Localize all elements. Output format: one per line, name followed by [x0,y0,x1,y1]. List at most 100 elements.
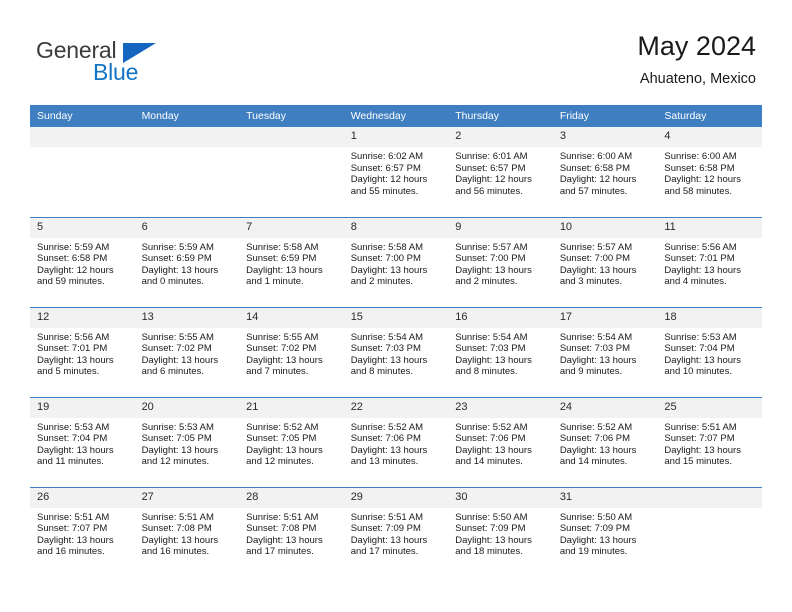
calendar-day-cell[interactable]: 14 Sunrise: 5:55 AM Sunset: 7:02 PM Dayligh… [239,306,344,397]
sunset-text: Sunset: 7:09 PM [350,523,421,535]
daylight-text-line2: and 0 minutes. [141,276,204,288]
daylight-text-line2: and 56 minutes. [455,185,523,197]
calendar-day-cell[interactable]: 21 Sunrise: 5:52 AM Sunset: 7:05 PM Dayligh… [239,396,344,487]
calendar-day-cell[interactable]: 2 Sunrise: 6:01 AM Sunset: 6:57 PM Daylight… [448,127,553,217]
calendar-day-cell[interactable]: 7 Sunrise: 5:58 AM Sunset: 6:59 PM Daylight… [239,216,344,307]
daylight-text-line1: Daylight: 12 hours [455,174,532,186]
calendar-day-cell-empty [134,127,240,217]
sunrise-text: Sunrise: 5:54 AM [455,331,528,343]
weekday-header-friday: Friday [552,105,658,127]
calendar-day-cell[interactable]: 11 Sunrise: 5:56 AM Sunset: 7:01 PM Dayligh… [657,216,762,307]
daylight-text-line2: and 4 minutes. [664,276,727,288]
page-header: General Blue May 2024 Ahuateno, Mexico [0,0,792,100]
calendar-day-cell[interactable]: 20 Sunrise: 5:53 AM Sunset: 7:05 PM Dayligh… [134,396,240,487]
calendar-day-cell[interactable]: 4 Sunrise: 6:00 AM Sunset: 6:58 PM Daylight… [657,127,762,217]
day-number: 25 [657,397,762,418]
calendar-day-cell[interactable]: 22 Sunrise: 5:52 AM Sunset: 7:06 PM Dayligh… [343,396,449,487]
day-details: Sunrise: 5:57 AM Sunset: 7:00 PM Daylight:… [448,238,553,288]
calendar-day-cell[interactable]: 25 Sunrise: 5:51 AM Sunset: 7:07 PM Dayligh… [657,396,762,487]
weekday-header-sunday: Sunday [30,105,135,127]
page-title: May 2024 [637,31,756,61]
day-number: 1 [343,127,449,147]
day-number: 8 [343,217,449,238]
calendar-day-cell[interactable]: 27 Sunrise: 5:51 AM Sunset: 7:08 PM Dayligh… [134,486,240,577]
calendar-day-cell[interactable]: 23 Sunrise: 5:52 AM Sunset: 7:06 PM Dayligh… [448,396,553,487]
day-details: Sunrise: 5:59 AM Sunset: 6:59 PM Daylight:… [135,238,240,288]
calendar-day-cell[interactable]: 16 Sunrise: 5:54 AM Sunset: 7:03 PM Dayligh… [448,306,553,397]
sunrise-text: Sunrise: 6:00 AM [664,151,737,162]
daylight-text-line1: Daylight: 13 hours [559,354,637,366]
calendar-day-cell[interactable]: 9 Sunrise: 5:57 AM Sunset: 7:00 PM Daylight… [448,216,553,307]
day-number: 19 [30,397,135,418]
day-details: Sunrise: 5:50 AM Sunset: 7:09 PM Daylight:… [448,508,553,558]
calendar-day-cell[interactable]: 3 Sunrise: 6:00 AM Sunset: 6:58 PM Daylight… [552,127,658,217]
sunset-text: Sunset: 7:09 PM [455,523,526,535]
sunrise-text: Sunrise: 5:57 AM [455,241,528,253]
day-number: 14 [239,307,344,328]
calendar-day-cell[interactable]: 15 Sunrise: 5:54 AM Sunset: 7:03 PM Dayligh… [343,306,449,397]
sunrise-text: Sunrise: 5:50 AM [559,511,633,523]
sunrise-text: Sunrise: 6:01 AM [455,151,528,162]
day-details: Sunrise: 5:53 AM Sunset: 7:04 PM Daylight:… [657,328,762,378]
sunrise-text: Sunrise: 6:02 AM [350,151,424,162]
day-number: 28 [239,487,344,508]
sunrise-text: Sunrise: 5:58 AM [246,241,319,253]
day-number: 17 [552,307,658,328]
daylight-text-line2: and 14 minutes. [559,456,628,468]
calendar-day-cell[interactable]: 10 Sunrise: 5:57 AM Sunset: 7:00 PM Dayligh… [552,216,658,307]
daylight-text-line2: and 59 minutes. [37,276,105,288]
sunrise-text: Sunrise: 5:54 AM [350,331,424,343]
calendar-day-cell[interactable]: 12 Sunrise: 5:56 AM Sunset: 7:01 PM Dayligh… [30,306,135,397]
calendar-day-cell[interactable]: 24 Sunrise: 5:52 AM Sunset: 7:06 PM Dayligh… [552,396,658,487]
calendar-day-cell[interactable]: 30 Sunrise: 5:50 AM Sunset: 7:09 PM Dayligh… [448,486,553,577]
calendar-day-cell[interactable]: 8 Sunrise: 5:58 AM Sunset: 7:00 PM Daylight… [343,216,449,307]
sunset-text: Sunset: 7:07 PM [664,433,735,445]
sunset-text: Sunset: 7:02 PM [246,343,317,355]
calendar-day-cell[interactable]: 1 Sunrise: 6:02 AM Sunset: 6:57 PM Daylight… [343,127,449,217]
sunset-text: Sunset: 7:07 PM [37,523,108,535]
day-number: 15 [343,307,449,328]
calendar-header-row: Sunday Monday Tuesday Wednesday Thursday… [30,105,762,127]
day-details: Sunrise: 5:51 AM Sunset: 7:07 PM Daylight:… [30,508,135,558]
day-details: Sunrise: 6:00 AM Sunset: 6:58 PM Daylight:… [553,147,658,197]
sunset-text: Sunset: 7:08 PM [141,523,212,535]
day-number [239,127,344,147]
calendar-day-cell[interactable]: 31 Sunrise: 5:50 AM Sunset: 7:09 PM Dayligh… [552,486,658,577]
calendar-week-row: 26 Sunrise: 5:51 AM Sunset: 7:07 PM Dayligh… [30,486,762,577]
calendar-day-cell[interactable]: 5 Sunrise: 5:59 AM Sunset: 6:58 PM Daylight… [30,216,135,307]
sunrise-text: Sunrise: 5:50 AM [455,511,528,523]
calendar-day-cell[interactable]: 26 Sunrise: 5:51 AM Sunset: 7:07 PM Dayligh… [30,486,135,577]
daylight-text-line1: Daylight: 13 hours [455,534,532,546]
calendar-day-cell[interactable]: 28 Sunrise: 5:51 AM Sunset: 7:08 PM Dayligh… [239,486,344,577]
calendar-day-cell[interactable]: 29 Sunrise: 5:51 AM Sunset: 7:09 PM Dayligh… [343,486,449,577]
weekday-header-saturday: Saturday [657,105,762,127]
sunset-text: Sunset: 7:00 PM [455,253,526,265]
sunset-text: Sunset: 7:06 PM [559,433,631,445]
calendar-day-cell[interactable]: 6 Sunrise: 5:59 AM Sunset: 6:59 PM Daylight… [134,216,240,307]
day-details: Sunrise: 5:57 AM Sunset: 7:00 PM Daylight:… [553,238,658,288]
sunset-text: Sunset: 6:59 PM [246,253,317,265]
sunrise-text: Sunrise: 5:53 AM [141,421,214,433]
sunset-text: Sunset: 7:01 PM [37,343,108,355]
daylight-text-line1: Daylight: 13 hours [246,534,323,546]
calendar-day-cell[interactable]: 18 Sunrise: 5:53 AM Sunset: 7:04 PM Dayligh… [657,306,762,397]
logo-text-blue: Blue [93,59,139,85]
calendar-grid: Sunday Monday Tuesday Wednesday Thursday… [30,105,762,577]
day-number: 31 [552,487,658,508]
day-details: Sunrise: 5:53 AM Sunset: 7:04 PM Daylight:… [30,418,135,468]
sunset-text: Sunset: 7:03 PM [350,343,421,355]
day-number: 2 [448,127,553,147]
day-number: 12 [30,307,135,328]
daylight-text-line1: Daylight: 12 hours [664,174,741,186]
calendar-day-cell[interactable]: 17 Sunrise: 5:54 AM Sunset: 7:03 PM Dayligh… [552,306,658,397]
calendar-day-cell[interactable]: 19 Sunrise: 5:53 AM Sunset: 7:04 PM Dayligh… [30,396,135,487]
sunrise-text: Sunrise: 5:59 AM [37,241,110,253]
general-blue-logo[interactable]: General Blue [36,38,256,88]
day-number: 4 [657,127,762,147]
daylight-text-line1: Daylight: 13 hours [455,354,532,366]
calendar-day-cell[interactable]: 13 Sunrise: 5:55 AM Sunset: 7:02 PM Dayligh… [134,306,240,397]
calendar-week-row: 19 Sunrise: 5:53 AM Sunset: 7:04 PM Dayligh… [30,396,762,487]
sunset-text: Sunset: 6:57 PM [455,162,526,174]
daylight-text-line1: Daylight: 13 hours [664,354,741,366]
daylight-text-line2: and 58 minutes. [664,185,732,197]
